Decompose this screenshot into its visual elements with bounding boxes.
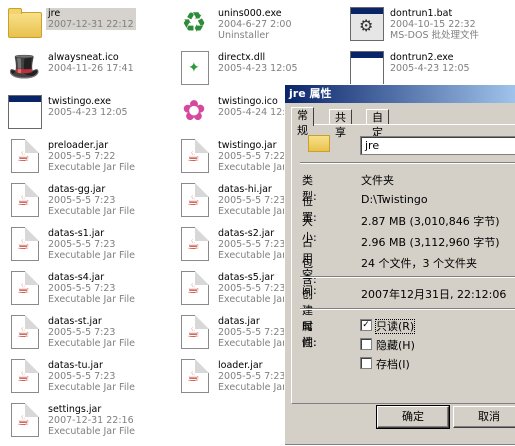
readonly-checkbox[interactable]: ✓ 只读(R) bbox=[360, 318, 416, 334]
file-name: dontrun1.bat bbox=[390, 8, 453, 19]
file-item-datas-st[interactable]: datas-st.jar2005-5-5 7:23Executable Jar … bbox=[0, 312, 170, 354]
file-name: dontrun2.exe bbox=[390, 52, 454, 63]
magic-hat-icon: 🎩 bbox=[8, 52, 41, 82]
file-date: 2007-12-31 22:16 bbox=[48, 415, 134, 426]
file-type: Executable Jar File bbox=[48, 206, 135, 217]
file-type: MS-DOS 批处理文件 bbox=[390, 30, 479, 41]
file-name: preloader.jar bbox=[48, 140, 109, 151]
dialog-title[interactable]: jre 属性 bbox=[285, 85, 515, 103]
file-type: Executable Jar File bbox=[48, 426, 135, 437]
file-date: 2005-5-5 7:23 bbox=[48, 283, 116, 294]
disk-size-value: 2.96 MB (3,112,960 字节) bbox=[361, 236, 500, 249]
window-app-icon bbox=[350, 51, 384, 85]
file-item-settings[interactable]: settings.jar2007-12-31 22:16Executable J… bbox=[0, 400, 170, 442]
tab-sharing[interactable]: 共享 bbox=[329, 109, 352, 139]
dll-icon bbox=[181, 51, 209, 85]
file-name: datas-st.jar bbox=[48, 316, 102, 327]
jar-icon bbox=[11, 183, 39, 217]
file-type: Executable Jar File bbox=[48, 338, 135, 349]
divider bbox=[300, 308, 515, 310]
file-name: directx.dll bbox=[218, 52, 266, 63]
file-date: 2005-4-23 12:05 bbox=[48, 107, 128, 118]
jar-icon bbox=[181, 359, 209, 393]
file-item-unins000[interactable]: ♻ unins000.exe 2004-6-27 2:00 Uninstaller bbox=[170, 4, 340, 46]
ok-button[interactable]: 确定 bbox=[376, 405, 450, 429]
window-app-icon bbox=[8, 95, 42, 129]
type-value: 文件夹 bbox=[361, 174, 394, 187]
size-value: 2.87 MB (3,010,846 字节) bbox=[361, 215, 500, 228]
file-type: Executable Jar File bbox=[48, 382, 135, 393]
checkmark-icon: ✓ bbox=[360, 319, 372, 331]
divider bbox=[300, 162, 515, 164]
attributes-label: 属性: bbox=[302, 320, 317, 349]
file-date: 2007-12-31 22:12 bbox=[48, 19, 134, 30]
file-date: 2004-6-27 2:00 bbox=[218, 19, 292, 30]
file-item-jre[interactable]: jre 2007-12-31 22:12 bbox=[0, 4, 170, 46]
divider bbox=[300, 276, 515, 278]
file-item-datas-s4[interactable]: datas-s4.jar2005-5-5 7:23Executable Jar … bbox=[0, 268, 170, 310]
jar-icon bbox=[181, 139, 209, 173]
contains-value: 24 个文件，3 个文件夹 bbox=[361, 257, 477, 270]
file-item-datas-s1[interactable]: datas-s1.jar2005-5-5 7:23Executable Jar … bbox=[0, 224, 170, 266]
file-date: 2004-10-15 22:32 bbox=[390, 19, 476, 30]
properties-dialog: jre 属性 常规 共享 自定义 jre 类型: 文件夹 位置: D:\Twis… bbox=[284, 84, 515, 446]
file-name: datas-s1.jar bbox=[48, 228, 105, 239]
file-item-dontrun1[interactable]: dontrun1.bat2004-10-15 22:32MS-DOS 批处理文件 bbox=[342, 4, 512, 46]
file-date: 2005-5-5 7:23 bbox=[48, 327, 116, 338]
file-date: 2004-11-26 17:41 bbox=[48, 63, 134, 74]
jar-icon bbox=[11, 271, 39, 305]
batch-file-icon bbox=[350, 7, 384, 41]
location-value: D:\Twistingo bbox=[361, 193, 428, 206]
file-date: 2005-4-23 12:05 bbox=[390, 63, 470, 74]
jar-icon bbox=[11, 315, 39, 349]
contains-label: 包含: bbox=[302, 257, 317, 286]
file-name: datas-s4.jar bbox=[48, 272, 105, 283]
jar-icon bbox=[181, 271, 209, 305]
recycle-icon: ♻ bbox=[181, 6, 207, 39]
created-value: 2007年12月31日, 22:12:06 bbox=[361, 288, 507, 301]
jar-icon bbox=[181, 227, 209, 261]
hidden-checkbox[interactable]: 隐藏(H) bbox=[360, 337, 415, 353]
file-item-alwaysneat[interactable]: 🎩 alwaysneat.ico 2004-11-26 17:41 bbox=[0, 48, 170, 90]
file-type: Executable Jar File bbox=[48, 162, 135, 173]
orchid-icon: ✿ bbox=[182, 94, 206, 127]
file-date: 2005-5-5 7:23 bbox=[48, 195, 116, 206]
file-date: 2005-5-5 7:22 bbox=[48, 151, 116, 162]
folder-name-field[interactable]: jre bbox=[360, 136, 515, 155]
file-name: datas-gg.jar bbox=[48, 184, 106, 195]
file-item-preloader[interactable]: preloader.jar2005-5-5 7:22Executable Jar… bbox=[0, 136, 170, 178]
file-name: settings.jar bbox=[48, 404, 102, 415]
file-item-twistingo-exe[interactable]: twistingo.exe 2005-4-23 12:05 bbox=[0, 92, 170, 134]
general-panel: jre 类型: 文件夹 位置: D:\Twistingo 大小: 2.87 MB… bbox=[291, 124, 515, 404]
jar-icon bbox=[11, 227, 39, 261]
file-name: jre bbox=[48, 8, 61, 19]
jar-icon bbox=[11, 359, 39, 393]
file-name: twistingo.exe bbox=[48, 96, 112, 107]
cancel-button[interactable]: 取消 bbox=[453, 406, 515, 428]
file-type: Executable Jar File bbox=[48, 294, 135, 305]
file-name: unins000.exe bbox=[218, 8, 282, 19]
jar-icon bbox=[11, 403, 39, 437]
jar-icon bbox=[11, 139, 39, 173]
tab-general[interactable]: 常规 bbox=[291, 107, 314, 137]
file-date: 2005-5-5 7:23 bbox=[48, 239, 116, 250]
folder-icon bbox=[308, 135, 330, 152]
jar-icon bbox=[181, 183, 209, 217]
file-name: alwaysneat.ico bbox=[48, 52, 119, 63]
file-item-datas-tu[interactable]: datas-tu.jar2005-5-5 7:23Executable Jar … bbox=[0, 356, 170, 398]
file-date: 2005-4-23 12:05 bbox=[218, 63, 298, 74]
file-type: Executable Jar File bbox=[48, 250, 135, 261]
file-item-datas-gg[interactable]: datas-gg.jar2005-5-5 7:23Executable Jar … bbox=[0, 180, 170, 222]
jar-icon bbox=[181, 315, 209, 349]
file-name: datas-tu.jar bbox=[48, 360, 103, 371]
tab-customize[interactable]: 自定义 bbox=[366, 109, 389, 154]
file-type: Uninstaller bbox=[218, 30, 270, 41]
folder-icon bbox=[8, 8, 42, 38]
archive-checkbox[interactable]: 存档(I) bbox=[360, 356, 410, 372]
file-date: 2005-5-5 7:23 bbox=[48, 371, 116, 382]
